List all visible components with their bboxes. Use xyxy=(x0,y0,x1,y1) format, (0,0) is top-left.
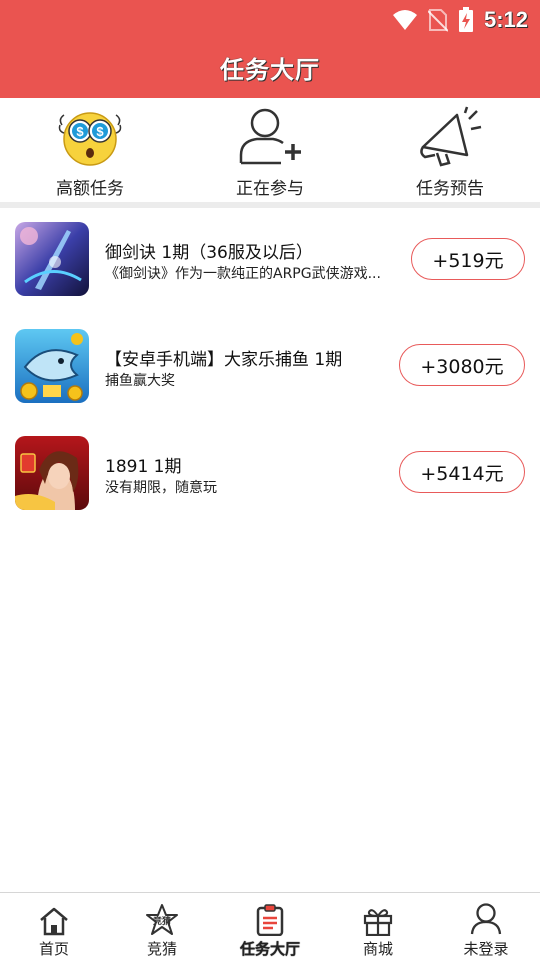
clock: 5:12 xyxy=(483,7,528,32)
category-participating[interactable]: 正在参与 xyxy=(180,98,360,202)
task-name: 【安卓手机端】大家乐捕鱼 1期 xyxy=(105,350,343,370)
reward-button[interactable]: +5414元 xyxy=(399,451,525,493)
nav-label: 竞猜 xyxy=(146,940,177,958)
reward-button[interactable]: +519元 xyxy=(411,238,525,280)
app-header: 5:12 任务大厅 xyxy=(0,0,540,98)
category-label: 正在参与 xyxy=(236,179,304,199)
page-title: 任务大厅 xyxy=(220,56,320,84)
nav-shop[interactable]: 商城 xyxy=(324,893,432,960)
task-item[interactable]: 御剑诀 1期（36服及以后） 《御剑诀》作为一款纯正的ARPG武侠游戏... +… xyxy=(0,208,540,315)
game-thumbnail xyxy=(15,222,89,296)
svg-text:$: $ xyxy=(96,124,104,139)
game-thumbnail xyxy=(15,329,89,403)
task-item[interactable]: 1891 1期 没有期限，随意玩 +5414元 xyxy=(0,422,540,529)
gift-icon xyxy=(362,900,394,936)
category-label: 高额任务 xyxy=(56,179,124,199)
clipboard-icon xyxy=(255,900,285,936)
add-user-icon xyxy=(230,104,310,170)
nav-account[interactable]: 未登录 xyxy=(432,893,540,960)
nav-home[interactable]: 首页 xyxy=(0,893,108,960)
no-sim-icon xyxy=(427,9,448,32)
category-label: 任务预告 xyxy=(416,179,484,199)
task-name: 1891 1期 xyxy=(105,457,182,477)
reward-button[interactable]: +3080元 xyxy=(399,344,525,386)
task-item[interactable]: 【安卓手机端】大家乐捕鱼 1期 捕鱼赢大奖 +3080元 xyxy=(0,315,540,422)
task-name: 御剑诀 1期（36服及以后） xyxy=(105,243,313,263)
category-row: $ $ 高额任务 正在参与 任务预告 xyxy=(0,98,540,202)
nav-label: 商城 xyxy=(362,940,393,958)
nav-label: 任务大厅 xyxy=(239,940,300,958)
bottom-nav: 首页 竞猜 竞猜 任务大厅 商城 未登录 xyxy=(0,892,540,960)
home-icon xyxy=(38,900,70,936)
nav-label: 首页 xyxy=(38,940,69,958)
nav-task-hall[interactable]: 任务大厅 xyxy=(216,893,324,960)
status-bar: 5:12 xyxy=(392,6,528,34)
task-description: 《御剑诀》作为一款纯正的ARPG武侠游戏... xyxy=(105,266,381,282)
money-eyes-emoji-icon: $ $ xyxy=(50,104,130,170)
wifi-icon xyxy=(392,10,417,30)
category-preview[interactable]: 任务预告 xyxy=(360,98,540,202)
task-description: 没有期限，随意玩 xyxy=(105,480,217,496)
svg-text:$: $ xyxy=(76,124,84,139)
task-description: 捕鱼赢大奖 xyxy=(105,373,175,389)
category-high-reward[interactable]: $ $ 高额任务 xyxy=(0,98,180,202)
user-icon xyxy=(470,900,502,936)
megaphone-icon xyxy=(410,104,490,170)
nav-guess[interactable]: 竞猜 竞猜 xyxy=(108,893,216,960)
guess-star-icon: 竞猜 xyxy=(145,900,179,936)
nav-label: 未登录 xyxy=(463,940,509,958)
game-thumbnail xyxy=(15,436,89,510)
guess-icon-text: 竞猜 xyxy=(152,915,171,927)
task-list: 御剑诀 1期（36服及以后） 《御剑诀》作为一款纯正的ARPG武侠游戏... +… xyxy=(0,208,540,529)
battery-charging-icon xyxy=(458,7,473,32)
